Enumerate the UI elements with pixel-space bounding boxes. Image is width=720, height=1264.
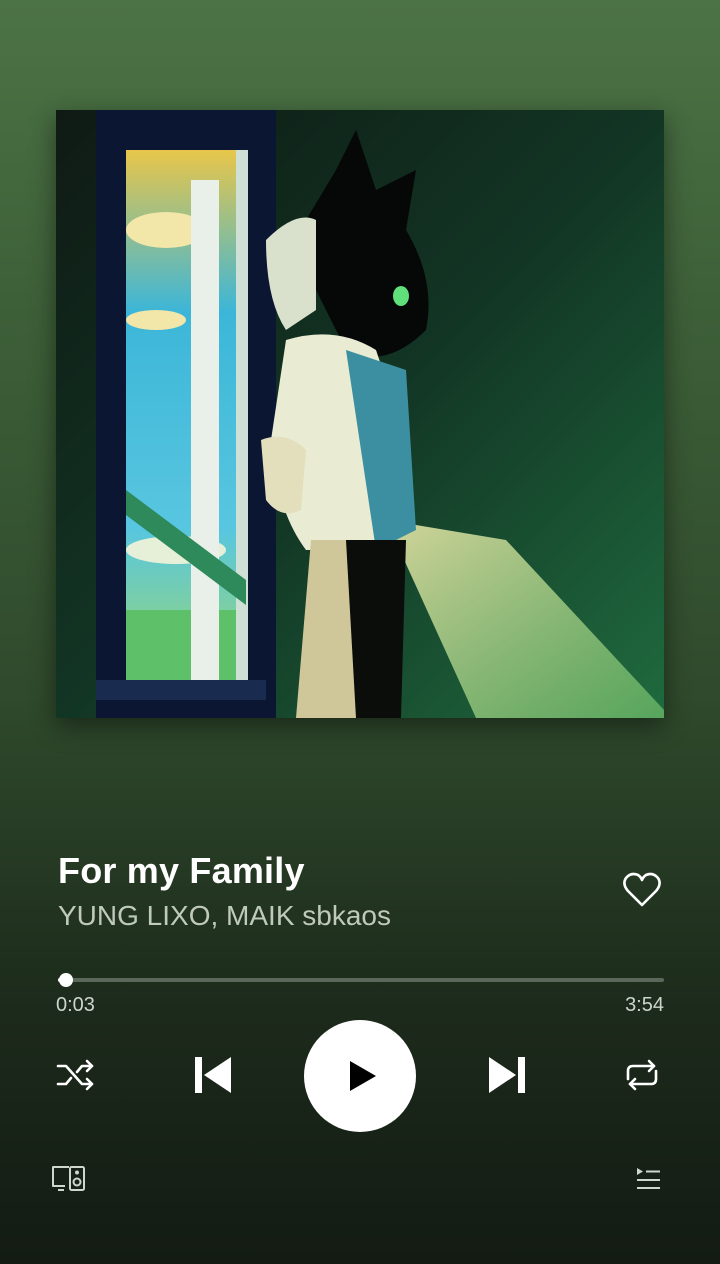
previous-track-button[interactable]: [190, 1052, 236, 1098]
shuffle-icon: [56, 1059, 94, 1091]
shuffle-button[interactable]: [54, 1055, 98, 1095]
playback-progress-bar[interactable]: [58, 973, 664, 987]
play-button[interactable]: [304, 1020, 416, 1132]
connect-devices-icon: [52, 1166, 85, 1191]
repeat-button[interactable]: [620, 1055, 664, 1095]
elapsed-time: 0:03: [56, 994, 95, 1016]
connect-devices-button[interactable]: [50, 1162, 88, 1194]
heart-icon: [623, 872, 661, 907]
queue-button[interactable]: [634, 1166, 662, 1194]
play-icon: [350, 1061, 376, 1091]
next-track-button[interactable]: [484, 1052, 530, 1098]
album-artwork: [56, 110, 664, 718]
repeat-icon: [626, 1059, 658, 1091]
progress-handle[interactable]: [58, 973, 73, 987]
queue-icon: [637, 1168, 660, 1189]
track-artists[interactable]: YUNG LIXO, MAIK sbkaos: [58, 900, 391, 932]
like-button[interactable]: [620, 868, 664, 912]
skip-next-icon: [489, 1057, 525, 1093]
track-title[interactable]: For my Family: [58, 850, 305, 892]
skip-previous-icon: [195, 1057, 231, 1093]
total-duration: 3:54: [625, 994, 664, 1016]
